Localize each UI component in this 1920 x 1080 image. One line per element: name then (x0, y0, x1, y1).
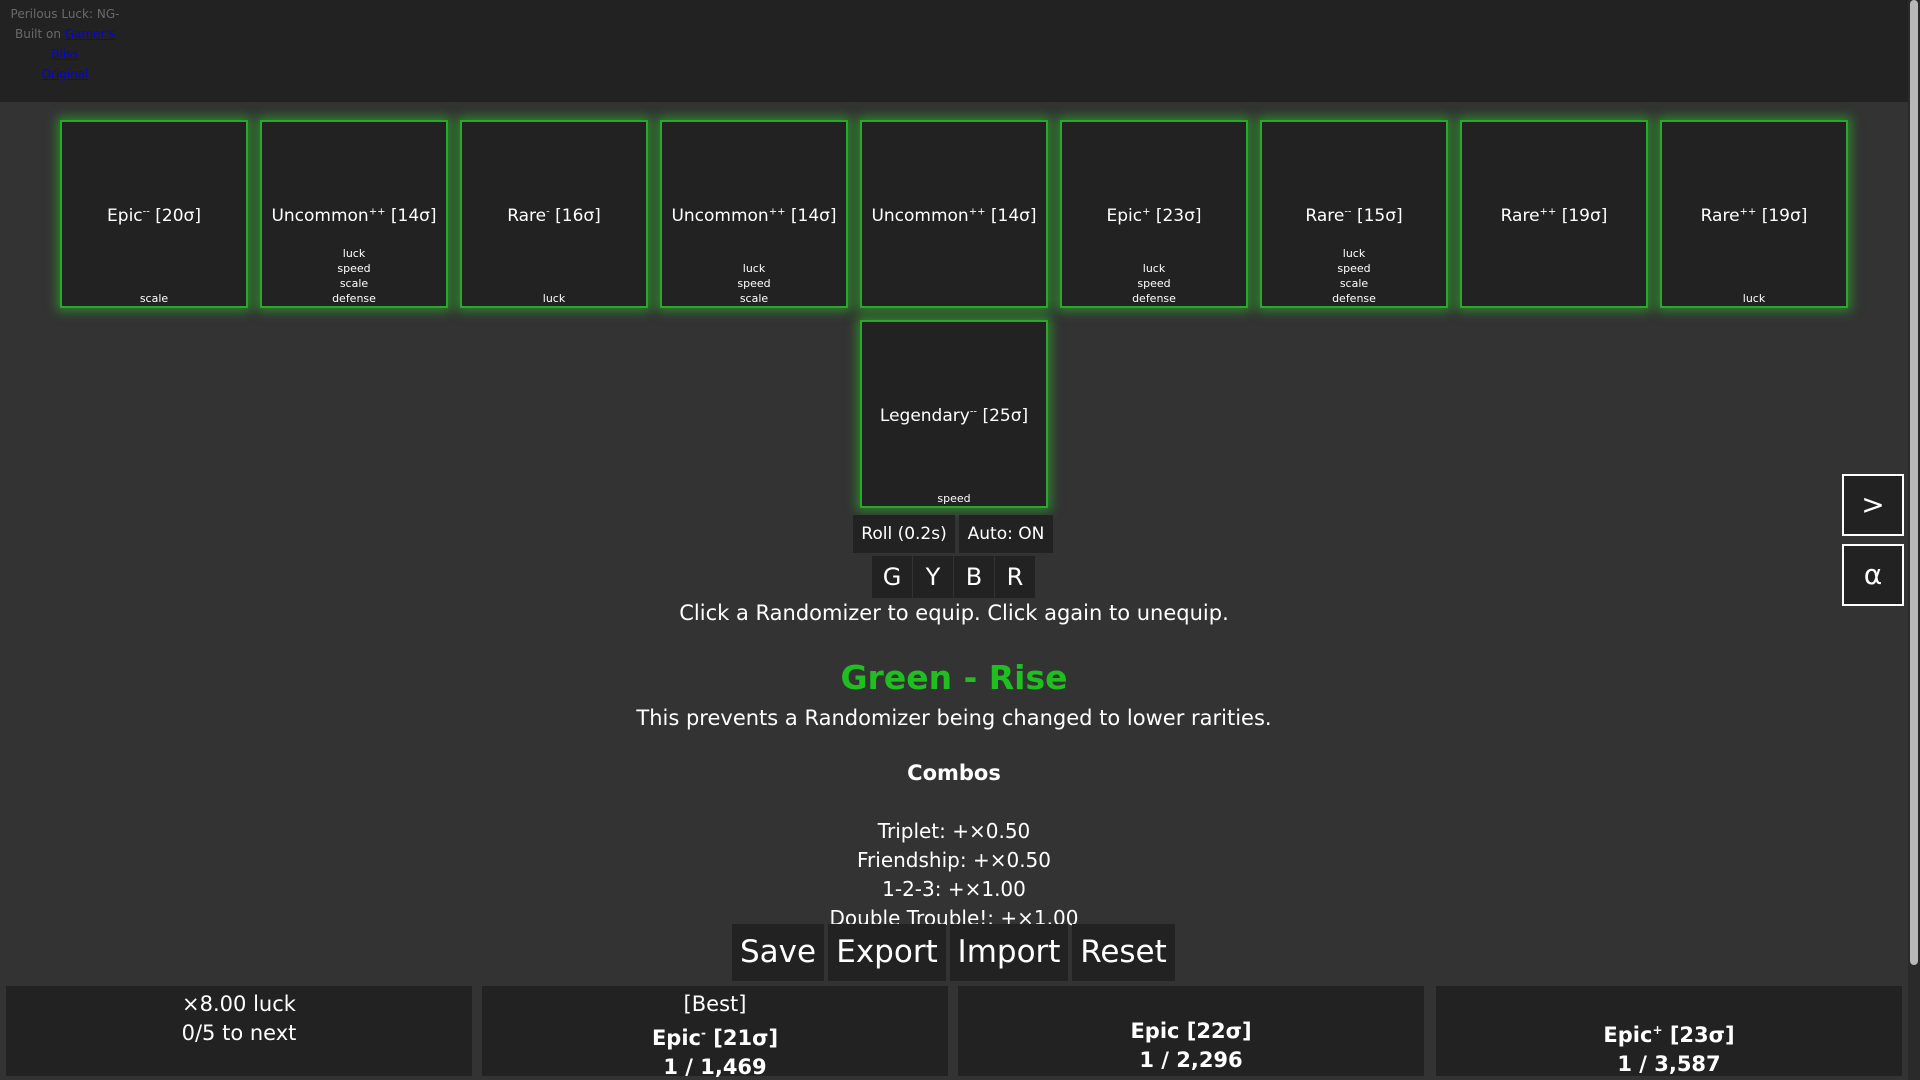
best-roll-panel: [Best] Epic- [21σ] 1 / 1,469 (482, 986, 948, 1079)
card-name: Epic+ [23σ] (1106, 206, 1202, 226)
combo-item: Friendship: +×0.50 (857, 848, 1051, 872)
color-button-b[interactable]: B (954, 556, 994, 598)
randomizer-card[interactable]: Epic+ [23σ] luck speed defense (1060, 120, 1248, 308)
randomizer-card[interactable]: Rare++ [19σ] (1460, 120, 1648, 308)
card-modifiers: luck (1742, 292, 1766, 305)
card-modifiers: luck speed defense (1132, 262, 1176, 305)
game-title: Perilous Luck: NG- (10, 7, 120, 21)
selected-title: Green - Rise (840, 658, 1068, 697)
roll-panel-2: Epic [22σ] 1 / 2,296 (958, 986, 1424, 1076)
selected-description: This prevents a Randomizer being changed… (636, 706, 1272, 730)
randomizer-card[interactable]: Uncommon++ [14σ] (860, 120, 1048, 308)
card-name: Rare- [16σ] (507, 206, 601, 226)
export-button[interactable]: Export (828, 924, 946, 981)
import-button[interactable]: Import (950, 924, 1068, 981)
card-modifiers: luck speed scale defense (332, 247, 376, 305)
scrollbar-thumb[interactable] (1910, 0, 1918, 965)
roll-odds: 1 / 3,587 (1617, 1052, 1721, 1076)
best-odds: 1 / 1,469 (663, 1055, 767, 1079)
reset-button[interactable]: Reset (1072, 924, 1175, 981)
built-on-prefix: Built on (14, 27, 65, 41)
color-button-y[interactable]: Y (913, 556, 953, 598)
auto-toggle-button[interactable]: Auto: ON (959, 515, 1053, 553)
card-modifiers: luck speed scale defense (1332, 247, 1376, 305)
randomizer-card[interactable]: Rare- [16σ] luck (460, 120, 648, 308)
scrollbar[interactable] (1908, 0, 1920, 1080)
color-button-r[interactable]: R (995, 556, 1035, 598)
randomizer-card[interactable]: Epic-- [20σ] scale (60, 120, 248, 308)
card-name: Epic-- [20σ] (107, 206, 201, 226)
card-name: Rare-- [15σ] (1305, 206, 1403, 226)
card-modifiers: luck (542, 292, 566, 305)
card-name: Legendary-- [25σ] (879, 406, 1029, 426)
card-name: Uncommon++ [14σ] (271, 206, 437, 226)
card-modifiers: scale (139, 292, 169, 305)
built-on-line: Built on Gamer's Bliss (0, 24, 130, 64)
combo-item: Triplet: +×0.50 (877, 819, 1031, 843)
next-page-button[interactable]: > (1842, 474, 1904, 536)
color-button-g[interactable]: G (872, 556, 912, 598)
combos-list: Triplet: +×0.50 Friendship: +×0.50 1-2-3… (0, 817, 1908, 933)
luck-panel: ×8.00 luck 0/5 to next (6, 986, 472, 1076)
randomizer-card[interactable]: Rare++ [19σ] luck (1660, 120, 1848, 308)
roll-rarity: Epic [22σ] (1130, 1019, 1252, 1043)
card-name: Rare++ [19σ] (1700, 206, 1808, 226)
top-bar: Perilous Luck: NG- Built on Gamer's Blis… (0, 0, 1908, 102)
best-tag: [Best] (683, 992, 747, 1016)
instructions-text: Click a Randomizer to equip. Click again… (679, 601, 1229, 625)
roll-odds: 1 / 2,296 (1139, 1048, 1243, 1072)
luck-multiplier: ×8.00 luck (182, 992, 296, 1016)
combos-heading: Combos (907, 761, 1001, 785)
card-name: Uncommon++ [14σ] (671, 206, 837, 226)
credits: Perilous Luck: NG- Built on Gamer's Blis… (0, 4, 130, 84)
roll-panel-3: Epic+ [23σ] 1 / 3,587 (1436, 986, 1902, 1076)
card-modifiers: luck speed scale (737, 262, 771, 305)
card-modifiers: speed (937, 492, 971, 505)
alpha-button[interactable]: α (1842, 544, 1904, 606)
save-button[interactable]: Save (732, 924, 824, 981)
combo-item: 1-2-3: +×1.00 (882, 877, 1026, 901)
equipped-randomizer-card[interactable]: Legendary-- [25σ] speed (860, 320, 1048, 508)
randomizer-card[interactable]: Rare-- [15σ] luck speed scale defense (1260, 120, 1448, 308)
randomizer-card[interactable]: Uncommon++ [14σ] luck speed scale defense (260, 120, 448, 308)
roll-rarity: Epic+ [23σ] (1603, 1023, 1735, 1047)
original-link[interactable]: Original (42, 67, 89, 81)
card-name: Rare++ [19σ] (1500, 206, 1608, 226)
roll-button[interactable]: Roll (0.2s) (853, 515, 955, 553)
luck-progress: 0/5 to next (181, 1021, 297, 1045)
card-name: Uncommon++ [14σ] (871, 206, 1037, 226)
randomizer-card[interactable]: Uncommon++ [14σ] luck speed scale (660, 120, 848, 308)
best-rarity: Epic- [21σ] (651, 1026, 779, 1050)
